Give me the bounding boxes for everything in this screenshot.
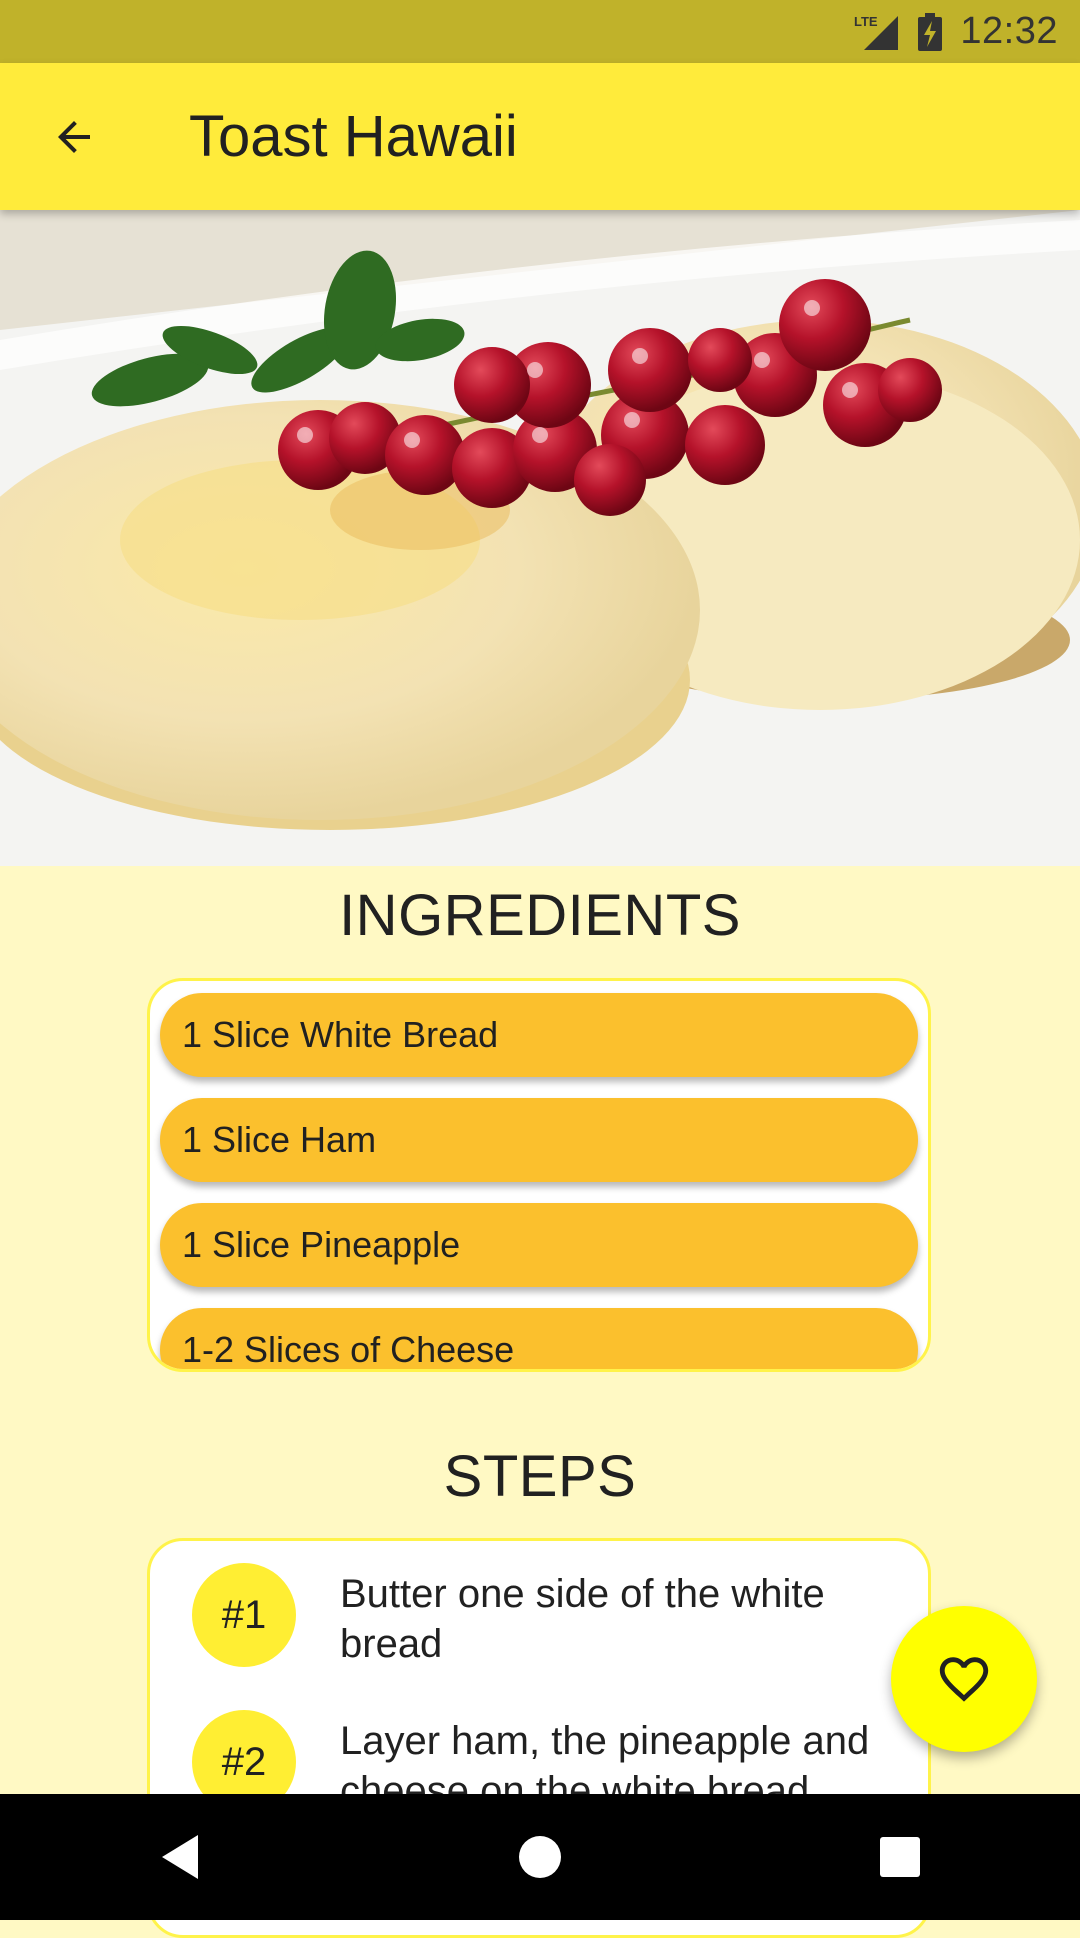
app-bar: Toast Hawaii	[0, 63, 1080, 210]
heart-outline-icon	[939, 1657, 989, 1702]
ingredients-title: INGREDIENTS	[339, 883, 741, 948]
step-text: Butter one side of the white bread	[340, 1572, 825, 1666]
nav-recents-button[interactable]	[830, 1794, 970, 1920]
ingredient-item[interactable]: 1-2 Slices of Cheese	[160, 1308, 918, 1369]
home-circle-icon	[519, 1836, 561, 1878]
nav-back-button[interactable]	[110, 1794, 250, 1920]
lte-signal-icon: LTE	[854, 12, 900, 52]
ingredient-item[interactable]: 1 Slice Pineapple	[160, 1203, 918, 1287]
arrow-back-icon	[57, 120, 90, 153]
ingredients-list[interactable]: 1 Slice White Bread 1 Slice Ham 1 Slice …	[147, 978, 931, 1372]
status-bar: LTE 12:32	[0, 0, 1080, 63]
favorite-button[interactable]	[891, 1606, 1037, 1752]
system-nav-bar	[0, 1794, 1080, 1920]
steps-title: STEPS	[443, 1444, 637, 1509]
recipe-image	[0, 210, 1080, 866]
page-title: Toast Hawaii	[189, 104, 518, 169]
battery-charging-icon	[918, 12, 943, 51]
step-number-badge: #1	[192, 1563, 296, 1667]
ingredient-item[interactable]: 1 Slice White Bread	[160, 993, 918, 1077]
nav-home-button[interactable]	[470, 1794, 610, 1920]
ingredient-item[interactable]: 1 Slice Ham	[160, 1098, 918, 1182]
back-button[interactable]	[0, 63, 147, 210]
recents-square-icon	[880, 1837, 920, 1877]
status-time: 12:32	[960, 10, 1058, 52]
back-triangle-icon	[162, 1835, 198, 1879]
svg-text:LTE: LTE	[854, 14, 878, 29]
